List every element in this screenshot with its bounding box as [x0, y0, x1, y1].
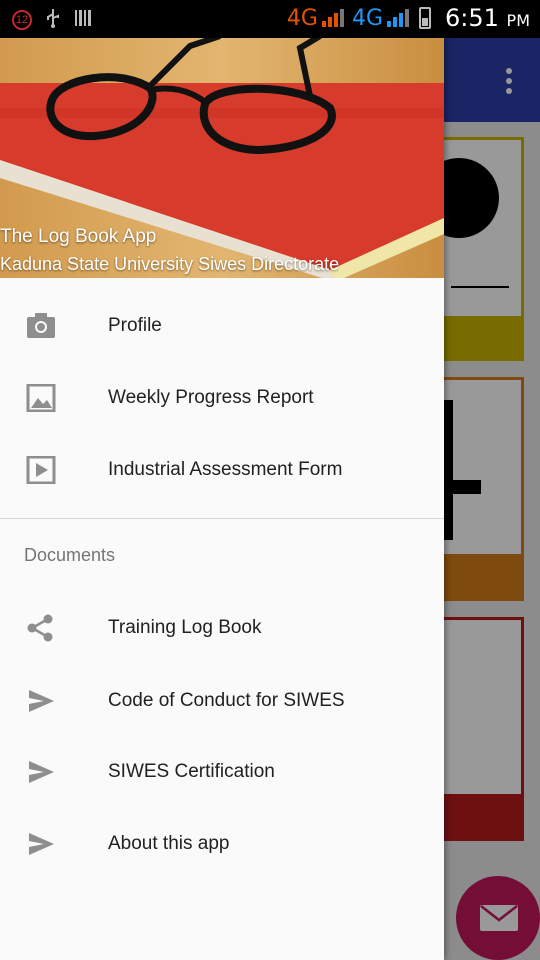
drawer-divider: [0, 518, 444, 519]
barcode-icon: [74, 8, 92, 32]
send-icon: [29, 761, 54, 783]
clock: 6:51 PM: [445, 4, 530, 32]
image-icon: [26, 384, 56, 412]
app-subtitle: Kaduna State University Siwes Directorat…: [0, 254, 340, 274]
menu-item-industrial-assessment-form[interactable]: Industrial Assessment Form: [0, 434, 444, 506]
status-bar: 12 4G 4G 6:51 PM: [0, 0, 540, 38]
menu-item-about-this-app[interactable]: About this app: [0, 808, 444, 880]
send-icon: [29, 833, 54, 855]
share-icon: [27, 614, 53, 642]
usb-icon: [46, 8, 60, 32]
menu-item-label: Industrial Assessment Form: [108, 459, 343, 480]
battery-icon: [419, 7, 431, 29]
signal-icon: [321, 7, 344, 29]
network-type-1: 4G: [286, 5, 318, 31]
app-title: The Log Book App: [0, 226, 157, 247]
navigation-drawer: The Log Book App Kaduna State University…: [0, 38, 444, 960]
camera-icon: [27, 313, 55, 338]
menu-item-label: Code of Conduct for SIWES: [108, 690, 345, 711]
menu-item-label: Profile: [108, 315, 162, 336]
menu-item-training-log-book[interactable]: Training Log Book: [0, 592, 444, 664]
drawer-header: The Log Book App Kaduna State University…: [0, 38, 444, 278]
play-icon: [26, 456, 56, 484]
menu-item-label: Weekly Progress Report: [108, 387, 314, 408]
menu-item-code-of-conduct[interactable]: Code of Conduct for SIWES: [0, 665, 444, 737]
signal-icon-2: [387, 7, 409, 29]
menu-item-label: About this app: [108, 833, 230, 854]
send-icon: [29, 690, 54, 712]
menu-item-siwes-certification[interactable]: SIWES Certification: [0, 736, 444, 808]
network-type-2: 4G: [351, 5, 383, 31]
menu-item-weekly-progress-report[interactable]: Weekly Progress Report: [0, 362, 444, 434]
menu-item-profile[interactable]: Profile: [0, 290, 444, 362]
section-title-documents: Documents: [24, 545, 116, 565]
menu-item-label: SIWES Certification: [108, 761, 275, 782]
menu-item-label: Training Log Book: [108, 617, 262, 638]
notification-badge: 12: [12, 10, 32, 30]
